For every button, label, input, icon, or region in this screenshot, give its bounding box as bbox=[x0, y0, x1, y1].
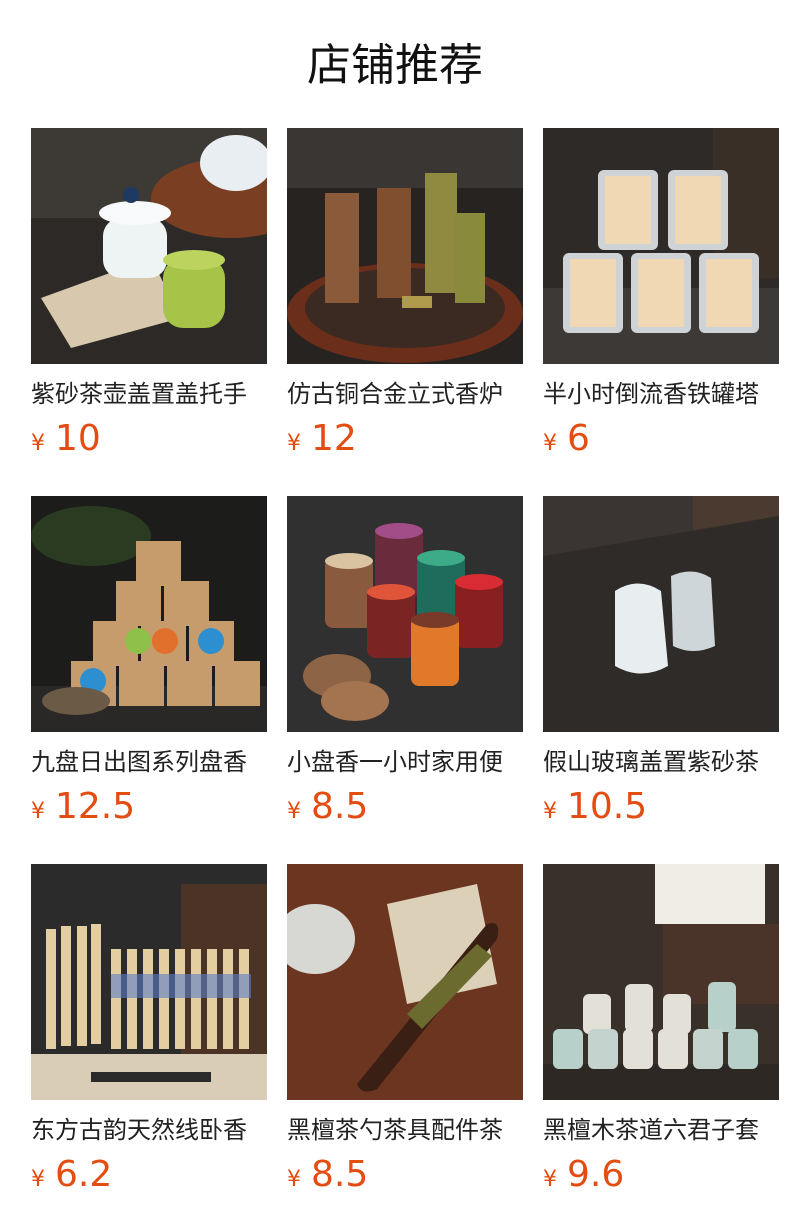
small-coil-incense-photo[interactable] bbox=[287, 496, 523, 732]
price-amount: 12 bbox=[311, 418, 357, 459]
tea-lid-holder-photo[interactable] bbox=[31, 128, 267, 364]
product-card[interactable]: 黑檀茶勺茶具配件茶 ¥ 8.5 bbox=[287, 864, 523, 1200]
currency-symbol: ¥ bbox=[287, 431, 301, 456]
product-name[interactable]: 黑檀茶勺茶具配件茶 bbox=[287, 1114, 523, 1146]
coil-incense-boxes-photo[interactable] bbox=[31, 496, 267, 732]
product-name[interactable]: 九盘日出图系列盘香 bbox=[31, 746, 267, 778]
tea-ceremony-set-photo[interactable] bbox=[543, 864, 779, 1100]
currency-symbol: ¥ bbox=[287, 1167, 301, 1192]
currency-symbol: ¥ bbox=[287, 799, 301, 824]
product-price: ¥ 6.2 bbox=[31, 1154, 267, 1200]
currency-symbol: ¥ bbox=[543, 431, 557, 456]
product-name[interactable]: 紫砂茶壶盖置盖托手 bbox=[31, 378, 267, 410]
price-amount: 6.2 bbox=[55, 1154, 113, 1195]
product-card[interactable]: 九盘日出图系列盘香 ¥ 12.5 bbox=[31, 496, 267, 832]
price-amount: 9.6 bbox=[567, 1154, 625, 1195]
product-price: ¥ 6 bbox=[543, 418, 779, 464]
currency-symbol: ¥ bbox=[543, 799, 557, 824]
product-card[interactable]: 假山玻璃盖置紫砂茶 ¥ 10.5 bbox=[543, 496, 779, 832]
product-name[interactable]: 黑檀木茶道六君子套 bbox=[543, 1114, 779, 1146]
product-name[interactable]: 半小时倒流香铁罐塔 bbox=[543, 378, 779, 410]
product-card[interactable]: 紫砂茶壶盖置盖托手 ¥ 10 bbox=[31, 128, 267, 464]
incense-tins-photo[interactable] bbox=[543, 128, 779, 364]
currency-symbol: ¥ bbox=[31, 1167, 45, 1192]
incense-burner-photo[interactable] bbox=[287, 128, 523, 364]
product-name[interactable]: 小盘香一小时家用便 bbox=[287, 746, 523, 778]
product-price: ¥ 10 bbox=[31, 418, 267, 464]
product-card[interactable]: 黑檀木茶道六君子套 ¥ 9.6 bbox=[543, 864, 779, 1200]
page-title: 店铺推荐 bbox=[307, 40, 483, 91]
price-amount: 8.5 bbox=[311, 786, 369, 827]
product-card[interactable]: 小盘香一小时家用便 ¥ 8.5 bbox=[287, 496, 523, 832]
product-card[interactable]: 半小时倒流香铁罐塔 ¥ 6 bbox=[543, 128, 779, 464]
price-amount: 10.5 bbox=[567, 786, 648, 827]
price-amount: 6 bbox=[567, 418, 590, 459]
currency-symbol: ¥ bbox=[31, 799, 45, 824]
product-price: ¥ 8.5 bbox=[287, 1154, 523, 1200]
price-amount: 12.5 bbox=[55, 786, 136, 827]
price-amount: 10 bbox=[55, 418, 101, 459]
product-card[interactable]: 东方古韵天然线卧香 ¥ 6.2 bbox=[31, 864, 267, 1200]
ebony-tea-scoop-photo[interactable] bbox=[287, 864, 523, 1100]
product-price: ¥ 12 bbox=[287, 418, 523, 464]
price-amount: 8.5 bbox=[311, 1154, 369, 1195]
product-name[interactable]: 东方古韵天然线卧香 bbox=[31, 1114, 267, 1146]
product-price: ¥ 8.5 bbox=[287, 786, 523, 832]
product-price: ¥ 9.6 bbox=[543, 1154, 779, 1200]
currency-symbol: ¥ bbox=[543, 1167, 557, 1192]
product-name[interactable]: 假山玻璃盖置紫砂茶 bbox=[543, 746, 779, 778]
product-price: ¥ 10.5 bbox=[543, 786, 779, 832]
currency-symbol: ¥ bbox=[31, 431, 45, 456]
stick-incense-tubes-photo[interactable] bbox=[31, 864, 267, 1100]
glass-lid-rest-photo[interactable] bbox=[543, 496, 779, 732]
product-price: ¥ 12.5 bbox=[31, 786, 267, 832]
product-name[interactable]: 仿古铜合金立式香炉 bbox=[287, 378, 523, 410]
product-card[interactable]: 仿古铜合金立式香炉 ¥ 12 bbox=[287, 128, 523, 464]
